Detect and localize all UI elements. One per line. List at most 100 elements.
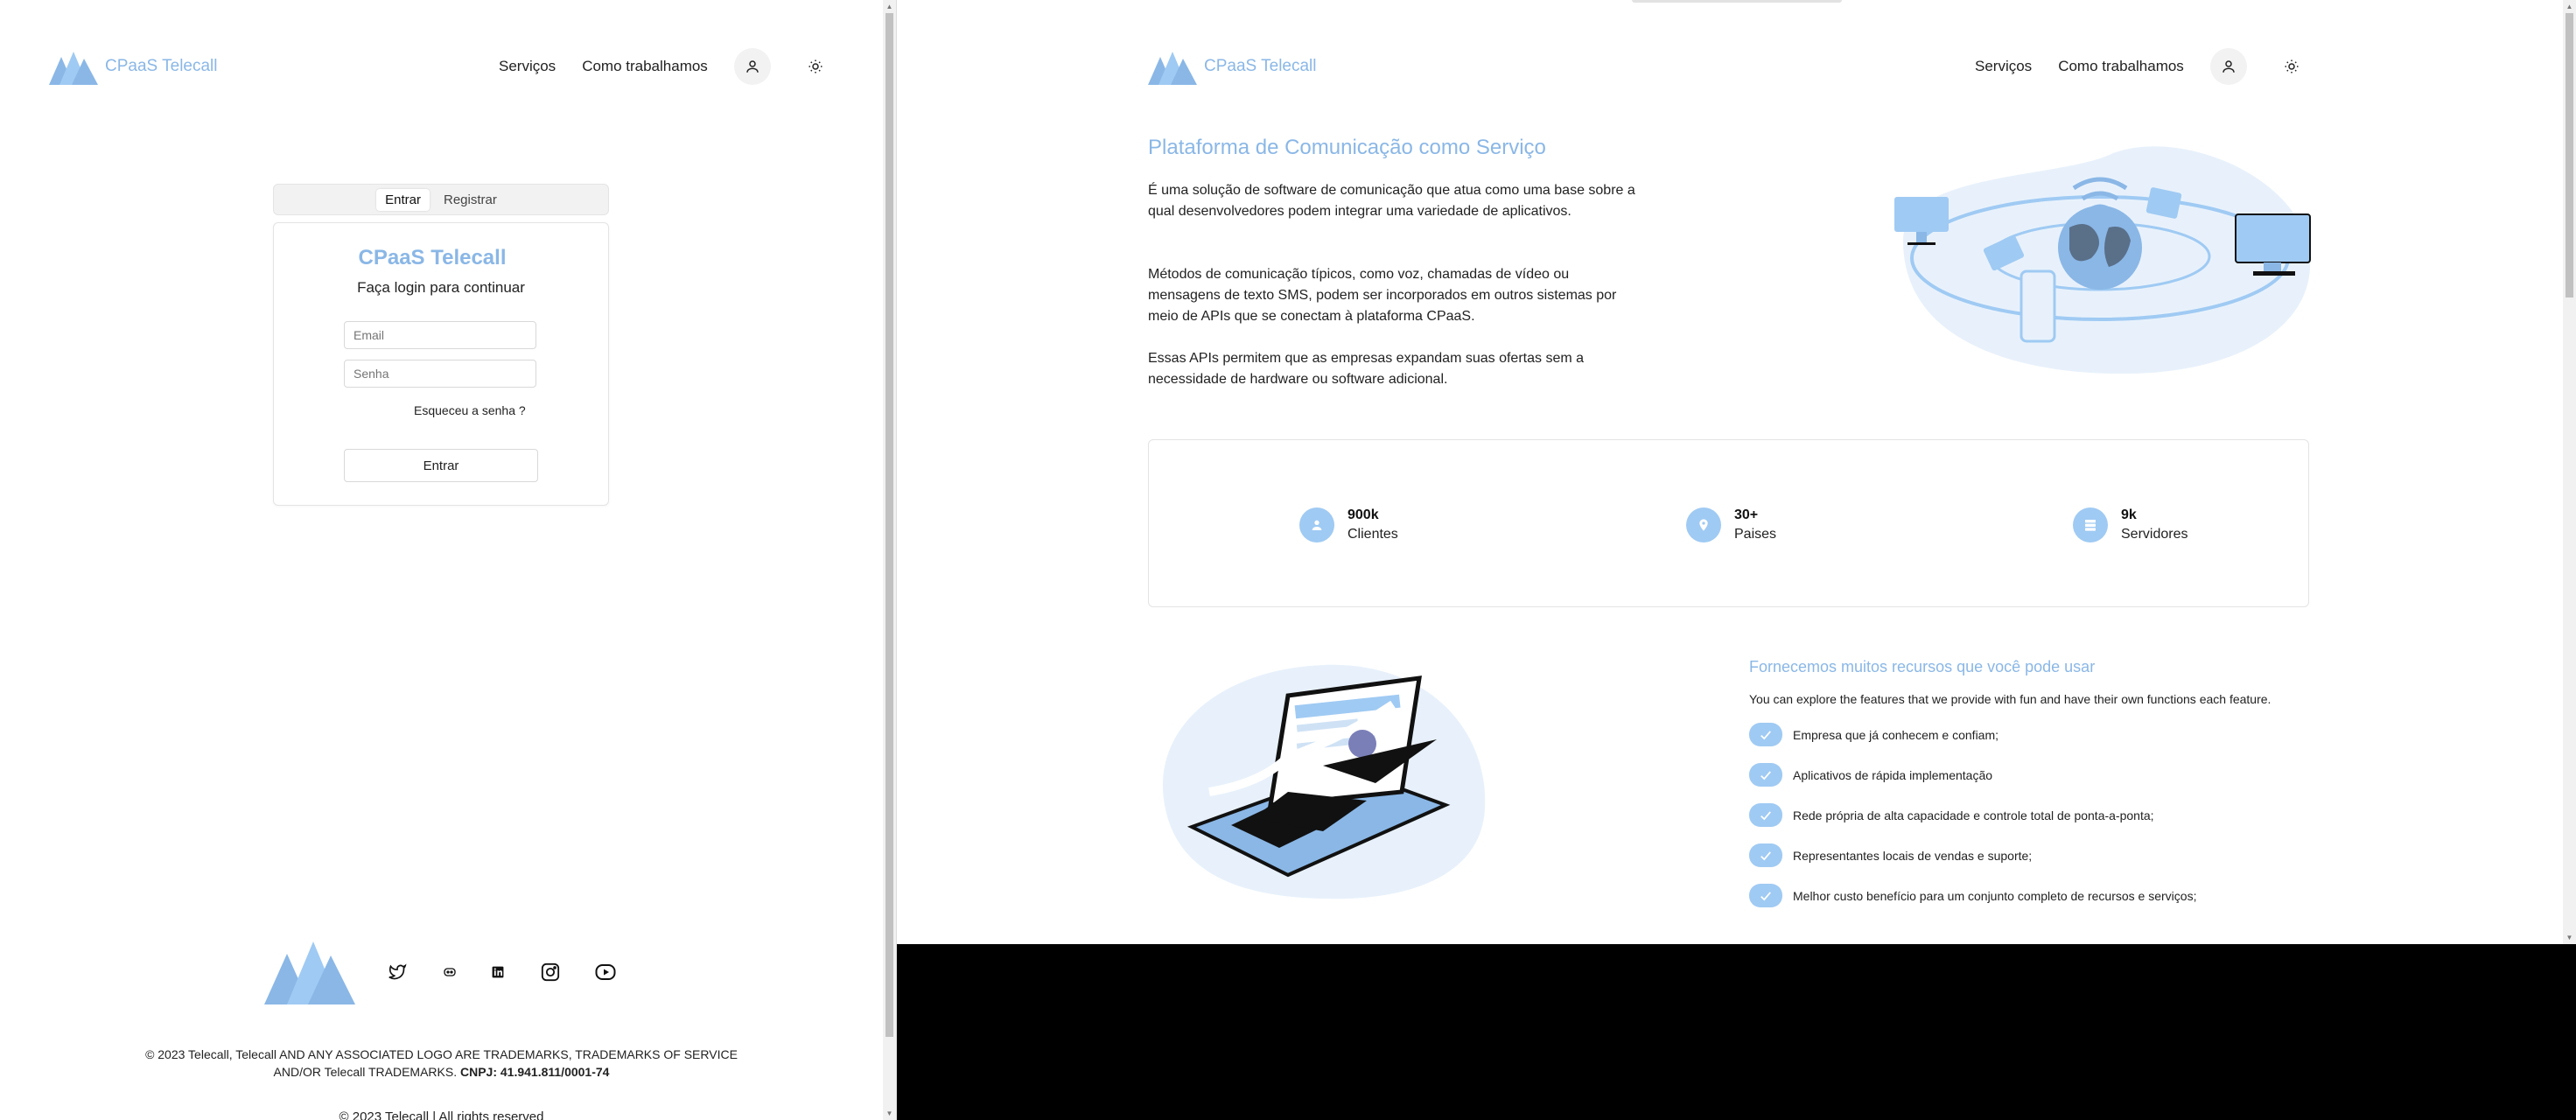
location-pin-icon (1699, 519, 1708, 531)
login-tabs: Entrar Registrar (273, 184, 609, 215)
stat-label: Paises (1734, 527, 1777, 542)
feature-item: Representantes locais de vendas e suport… (1749, 844, 2032, 867)
brand[interactable]: CPaaS Telecall (49, 48, 218, 85)
youtube-icon (595, 964, 616, 980)
feature-text: Rede própria de alta capacidade e contro… (1793, 808, 2154, 822)
check-badge (1749, 844, 1782, 867)
tab-login[interactable]: Entrar (376, 188, 430, 211)
user-icon (2222, 60, 2235, 73)
linkedin-link[interactable] (485, 959, 511, 985)
home-window: CPaaS Telecall Serviços Como trabalhamos… (897, 0, 2563, 944)
stat-servers: 9k Servidores (2073, 506, 2188, 544)
check-icon (1760, 730, 1771, 739)
stat-icon-badge (1299, 508, 1334, 542)
features-subtitle: You can explore the features that we pro… (1749, 692, 2272, 706)
tab-register[interactable]: Registrar (435, 189, 506, 211)
check-badge (1749, 803, 1782, 827)
copyright-notice: © 2023 Telecall, Telecall AND ANY ASSOCI… (0, 1046, 883, 1081)
login-button[interactable]: Entrar (344, 449, 538, 482)
hero-paragraph: É uma solução de software de comunicação… (1148, 183, 1635, 219)
theme-toggle[interactable] (2273, 48, 2310, 85)
discord-icon (444, 968, 456, 976)
stat-icon-badge (2073, 508, 2108, 542)
check-badge (1749, 763, 1782, 787)
features-title: Fornecemos muitos recursos que você pode… (1749, 658, 2096, 676)
nav-how-we-work[interactable]: Como trabalhamos (582, 58, 708, 75)
user-icon (1312, 520, 1322, 530)
copyright-text: © 2023 Telecall, Telecall AND ANY ASSOCI… (145, 1047, 738, 1079)
nav-services[interactable]: Serviços (499, 58, 556, 75)
linkedin-icon (492, 966, 504, 978)
rights-reserved: © 2023 Telecall | All rights reserved (339, 1110, 544, 1120)
footer-logo-icon (264, 942, 355, 1004)
global-network-illustration (1894, 146, 2311, 374)
feature-item: Aplicativos de rápida implementação (1749, 763, 1992, 787)
feature-text: Representantes locais de vendas e suport… (1793, 848, 2033, 863)
sun-icon (2285, 60, 2299, 74)
stats-card: 900k Clientes 30+ Paises 9k Servidores (1148, 439, 2309, 607)
laptop-illustration (1162, 664, 1486, 900)
left-scrollbar[interactable]: ▲ ▼ (883, 0, 896, 1120)
scrollbar-thumb[interactable] (886, 13, 893, 1037)
hero-title: Plataforma de Comunicação como Serviço (1148, 136, 1546, 159)
feature-item: Empresa que já conhecem e confiam; (1749, 723, 1998, 746)
scrollbar-thumb[interactable] (2566, 13, 2573, 298)
nav-links: Serviços Como trabalhamos (499, 48, 834, 85)
stat-value: 30+ (1734, 508, 1759, 522)
stat-value: 900k (1348, 508, 1379, 522)
check-icon (1760, 850, 1771, 860)
brand-name: CPaaS Telecall (1204, 57, 1317, 75)
discord-link[interactable] (437, 959, 463, 985)
sun-icon (808, 60, 822, 74)
forgot-password-link[interactable]: Esqueceu a senha ? (414, 403, 526, 417)
scroll-up-arrow-icon[interactable]: ▲ (883, 0, 896, 13)
nav-services[interactable]: Serviços (1975, 58, 2032, 75)
stat-label: Clientes (1348, 527, 1398, 542)
instagram-link[interactable] (537, 959, 564, 985)
mountain-logo-icon (49, 52, 98, 85)
nav-how-we-work[interactable]: Como trabalhamos (2058, 58, 2184, 75)
user-icon (746, 60, 759, 73)
mountain-logo-icon (1148, 52, 1197, 85)
feature-text: Aplicativos de rápida implementação (1793, 767, 1993, 782)
feature-item: Rede própria de alta capacidade e contro… (1749, 803, 2154, 827)
stat-icon-badge (1686, 508, 1721, 542)
password-field[interactable] (344, 360, 536, 388)
twitter-link[interactable] (384, 959, 410, 985)
user-button[interactable] (2209, 48, 2247, 85)
user-button[interactable] (733, 48, 771, 85)
navbar: CPaaS Telecall Serviços Como trabalhamos (49, 48, 836, 85)
feature-text: Empresa que já conhecem e confiam; (1793, 727, 1999, 742)
stat-label: Servidores (2121, 527, 2188, 542)
feature-item: Melhor custo benefício para um conjunto … (1749, 884, 2196, 907)
navbar: CPaaS Telecall Serviços Como trabalhamos (1148, 48, 2356, 85)
cnpj-text: CNPJ: 41.941.811/0001-74 (459, 1065, 610, 1079)
brand[interactable]: CPaaS Telecall (1148, 48, 1317, 85)
login-title: CPaaS Telecall (358, 246, 507, 270)
right-scrollbar[interactable]: ▲ ▼ (2563, 0, 2576, 944)
server-icon (2085, 520, 2096, 531)
hero-paragraph: Métodos de comunicação típicos, como voz… (1148, 267, 1617, 324)
check-icon (1760, 891, 1771, 900)
login-card: CPaaS Telecall Faça login para continuar… (273, 222, 609, 506)
check-badge (1749, 723, 1782, 746)
feature-text: Melhor custo benefício para um conjunto … (1793, 888, 2197, 903)
check-icon (1760, 770, 1771, 780)
window-grip (1632, 0, 1842, 3)
check-badge (1749, 884, 1782, 907)
theme-toggle[interactable] (797, 48, 834, 85)
scroll-down-arrow-icon[interactable]: ▼ (883, 1107, 896, 1120)
stat-countries: 30+ Paises (1686, 506, 1776, 544)
check-icon (1760, 810, 1771, 820)
instagram-icon (541, 962, 560, 982)
email-field[interactable] (344, 321, 536, 349)
twitter-icon (388, 963, 407, 980)
youtube-link[interactable] (592, 959, 619, 985)
scroll-up-arrow-icon[interactable]: ▲ (2563, 0, 2576, 13)
login-subtitle: Faça login para continuar (357, 279, 525, 296)
login-window: CPaaS Telecall Serviços Como trabalhamos… (0, 0, 883, 1120)
scroll-down-arrow-icon[interactable]: ▼ (2563, 931, 2576, 944)
hero-paragraph: Essas APIs permitem que as empresas expa… (1148, 351, 1585, 387)
nav-links: Serviços Como trabalhamos (1975, 48, 2310, 85)
brand-name: CPaaS Telecall (105, 57, 218, 75)
